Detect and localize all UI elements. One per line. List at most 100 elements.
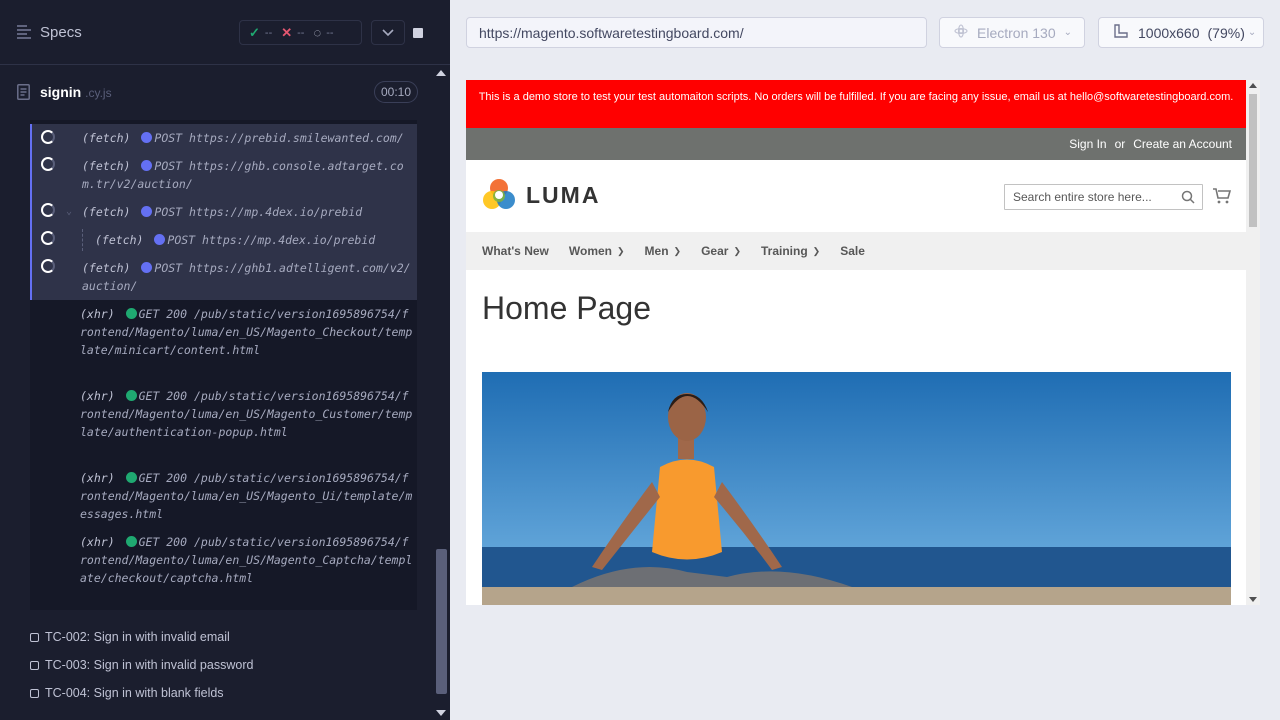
specs-list-icon[interactable] xyxy=(17,25,33,44)
specs-title[interactable]: Specs xyxy=(40,24,82,41)
electron-icon xyxy=(954,24,968,41)
status-dot xyxy=(125,536,137,547)
search-icon[interactable] xyxy=(1181,190,1195,207)
spinner-icon xyxy=(41,231,55,245)
log-row[interactable]: (fetch) POST https://prebid.smilewanted.… xyxy=(30,124,417,152)
checkbox-icon xyxy=(30,688,39,698)
spinner-icon: ◌ xyxy=(313,25,322,40)
pending-value: -- xyxy=(326,26,334,39)
spinner-icon xyxy=(41,157,55,171)
status-dot xyxy=(141,206,153,217)
browser-label: Electron 130 xyxy=(977,24,1056,41)
log-method: POST xyxy=(167,233,196,247)
viewport-selector[interactable]: 1000x660 (79%) ⌄ xyxy=(1098,17,1264,48)
scroll-up-arrow[interactable] xyxy=(436,70,446,76)
log-kind: (xhr) xyxy=(80,307,115,321)
runner-header: Specs ✓ -- ✕ -- ◌ -- xyxy=(0,0,450,65)
test-stats: ✓ -- ✕ -- ◌ -- xyxy=(239,20,362,45)
chevron-down-icon xyxy=(382,28,394,36)
test-item[interactable]: TC-002: Sign in with invalid email xyxy=(30,626,430,648)
runner-scrollbar[interactable] xyxy=(433,66,450,720)
log-method: POST xyxy=(154,131,183,145)
chevron-down-icon: ❯ xyxy=(733,245,741,256)
log-kind: (fetch) xyxy=(82,131,131,145)
scroll-thumb[interactable] xyxy=(436,549,447,694)
create-account-link[interactable]: Create an Account xyxy=(1133,137,1232,151)
nav-whats-new[interactable]: What's New xyxy=(482,244,549,258)
log-kind: (xhr) xyxy=(80,535,115,549)
log-kind: (xhr) xyxy=(80,471,115,485)
nav-label: Gear xyxy=(701,244,729,258)
log-row[interactable]: (xhr) GET 200 /pub/static/version1695896… xyxy=(30,305,417,383)
page-title: Home Page xyxy=(482,290,651,326)
nav-label: Women xyxy=(568,244,612,258)
header-links: Sign In or Create an Account xyxy=(466,128,1246,160)
cart-icon[interactable] xyxy=(1213,188,1232,209)
log-row[interactable]: (xhr) GET 200 /pub/static/version1695896… xyxy=(30,387,417,465)
log-method: GET 200 xyxy=(138,535,188,549)
log-kind: (fetch) xyxy=(82,261,131,275)
x-icon: ✕ xyxy=(281,24,293,40)
stop-button[interactable] xyxy=(401,20,435,45)
log-url: https://mp.4dex.io/prebid xyxy=(189,205,363,219)
log-row[interactable]: (xhr) GET 200 /pub/static/version1695896… xyxy=(30,469,417,529)
checkbox-icon xyxy=(30,660,39,670)
chevron-down-icon: ❯ xyxy=(617,245,625,256)
stop-icon xyxy=(413,27,423,38)
nav-men[interactable]: Men ❯ xyxy=(645,244,682,258)
failed-count: ✕ -- xyxy=(281,25,304,41)
search-placeholder: Search entire store here... xyxy=(1013,190,1152,204)
runner-panel: Specs ✓ -- ✕ -- ◌ -- signin .cy.js 00:10 (f… xyxy=(0,0,450,720)
test-item[interactable]: TC-003: Sign in with invalid password xyxy=(30,654,430,676)
log-row[interactable]: ⌄ (fetch) POST https://mp.4dex.io/prebid xyxy=(30,198,417,226)
log-kind: (fetch) xyxy=(82,159,131,173)
scroll-down-arrow[interactable] xyxy=(1249,597,1257,602)
scroll-down-arrow[interactable] xyxy=(436,710,446,716)
test-title: TC-002: Sign in with invalid email xyxy=(45,630,230,644)
log-row[interactable]: (fetch) POST https://ghb1.adtelligent.co… xyxy=(30,254,417,300)
chevron-down-icon: ⌄ xyxy=(1063,27,1072,38)
log-kind: (xhr) xyxy=(80,389,115,403)
command-log: (fetch) POST https://prebid.smilewanted.… xyxy=(30,120,417,610)
log-method: POST xyxy=(154,159,183,173)
aut-frame: This is a demo store to test your test a… xyxy=(466,80,1260,605)
scroll-up-arrow[interactable] xyxy=(1249,83,1257,88)
main-nav: What's New Women ❯ Men ❯ Gear ❯ Training ❯ S… xyxy=(466,232,1246,270)
nav-training[interactable]: Training ❯ xyxy=(761,244,820,258)
luma-logo-mark-icon xyxy=(483,179,515,209)
spinner-icon xyxy=(41,259,55,273)
viewport-zoom: (79%) xyxy=(1207,24,1245,41)
nav-women[interactable]: Women ❯ xyxy=(569,244,625,258)
nav-label: Training xyxy=(761,244,808,258)
log-row[interactable]: (fetch) POST https://ghb.console.adtarge… xyxy=(30,152,417,198)
passed-value: -- xyxy=(264,26,273,39)
passed-count: ✓ -- xyxy=(249,25,272,41)
log-row[interactable]: (xhr) GET 200 /pub/static/version1695896… xyxy=(30,533,417,610)
pending-count: ◌ -- xyxy=(313,25,333,40)
aut-scrollbar[interactable] xyxy=(1246,80,1260,605)
luma-logo[interactable]: LUMA xyxy=(482,178,600,212)
sign-in-link[interactable]: Sign In xyxy=(1069,137,1106,151)
nav-label: What's New xyxy=(482,244,549,258)
failed-value: -- xyxy=(297,26,305,39)
store-search-input[interactable]: Search entire store here... xyxy=(1004,184,1203,210)
chevron-down-icon: ❯ xyxy=(673,245,682,256)
url-bar[interactable]: https://magento.softwaretestingboard.com… xyxy=(466,17,927,48)
document-icon xyxy=(17,84,30,105)
nav-gear[interactable]: Gear ❯ xyxy=(701,244,741,258)
chevron-down-icon: ❯ xyxy=(812,245,821,256)
chevron-down-icon[interactable]: ⌄ xyxy=(66,203,72,221)
browser-selector[interactable]: Electron 130 ⌄ xyxy=(939,17,1085,48)
scroll-thumb[interactable] xyxy=(1249,94,1257,227)
checkbox-icon xyxy=(30,632,39,642)
collapse-all-button[interactable] xyxy=(371,20,405,45)
nav-label: Men xyxy=(644,244,669,258)
ruler-icon xyxy=(1113,23,1129,42)
spinner-icon xyxy=(41,130,55,144)
log-row-nested[interactable]: (fetch) POST https://mp.4dex.io/prebid xyxy=(30,226,417,254)
hero-image[interactable] xyxy=(482,372,1231,605)
nav-sale[interactable]: Sale xyxy=(840,244,865,258)
test-title: TC-003: Sign in with invalid password xyxy=(45,658,254,672)
logo-text: LUMA xyxy=(526,181,601,208)
test-item[interactable]: TC-004: Sign in with blank fields xyxy=(30,682,430,704)
